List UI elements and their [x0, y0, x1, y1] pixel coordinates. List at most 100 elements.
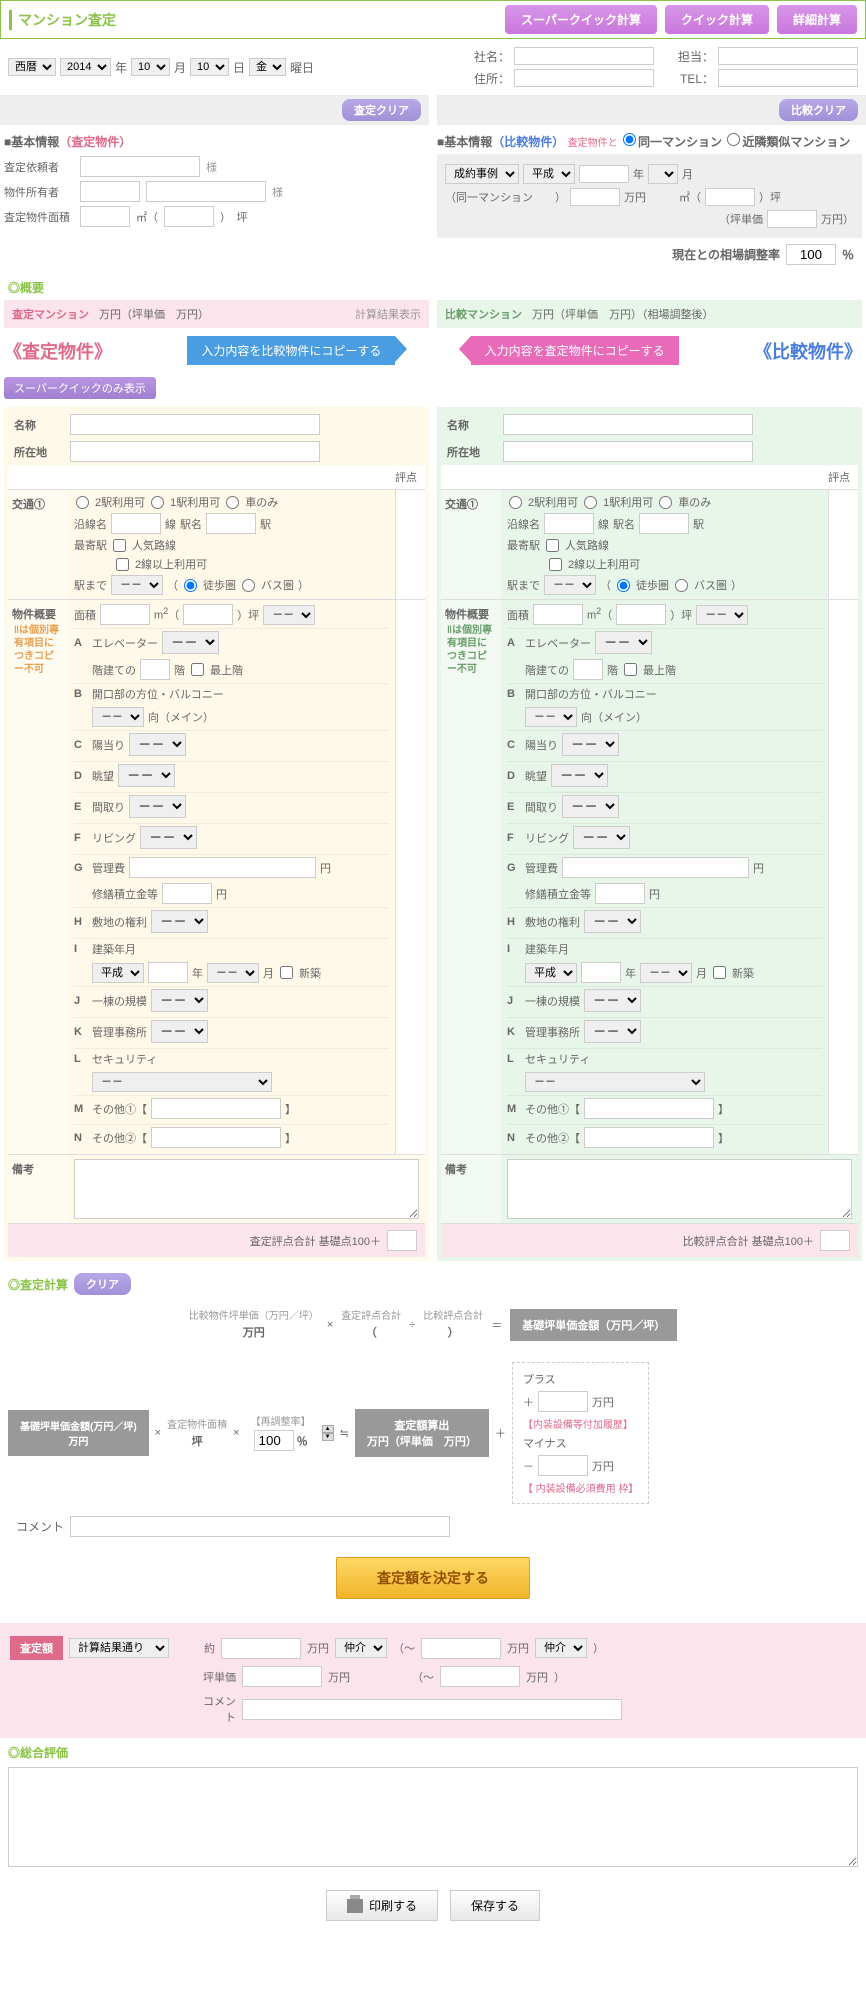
c-other2-input[interactable]	[584, 1127, 714, 1148]
elev-select[interactable]: －－	[162, 631, 219, 654]
top-check[interactable]	[191, 663, 204, 676]
address-input[interactable]	[514, 69, 654, 87]
c-floor-input[interactable]	[573, 659, 603, 680]
c-office-select[interactable]: －－	[584, 1020, 641, 1043]
c-walk-radio[interactable]	[617, 579, 630, 592]
dow-select[interactable]: 金	[249, 58, 286, 76]
area-input[interactable]	[80, 206, 130, 227]
final-tanka2-input[interactable]	[440, 1666, 520, 1687]
c-security-select[interactable]: －－	[525, 1072, 705, 1092]
floor-input[interactable]	[140, 659, 170, 680]
super-quick-badge[interactable]: スーパークイックのみ表示	[4, 377, 156, 399]
c-top-check[interactable]	[624, 663, 637, 676]
c-built-year-input[interactable]	[581, 962, 621, 983]
land-select[interactable]: －－	[151, 910, 208, 933]
c-mgmt-input[interactable]	[562, 857, 749, 878]
scale-select[interactable]: －－	[151, 989, 208, 1012]
result-link[interactable]: 計算結果表示	[355, 306, 421, 322]
sun-select[interactable]: －－	[129, 733, 186, 756]
station-input[interactable]	[206, 513, 256, 534]
minus-input[interactable]	[538, 1455, 588, 1476]
c-view-select[interactable]: －－	[551, 764, 608, 787]
built-year-input[interactable]	[148, 962, 188, 983]
quick-button[interactable]: クイック計算	[665, 5, 769, 34]
traffic-score[interactable]	[396, 490, 422, 509]
final-comment-input[interactable]	[242, 1699, 622, 1720]
compare-clear-button[interactable]: 比較クリア	[779, 99, 858, 121]
area-sel[interactable]: －－	[263, 605, 315, 625]
chukai2-select[interactable]: 仲介	[535, 1638, 587, 1658]
assess-addr-input[interactable]	[70, 441, 320, 462]
copy-to-compare-button[interactable]: 入力内容を比較物件にコピーする	[187, 336, 395, 365]
compare-total-input[interactable]	[820, 1230, 850, 1251]
rate-down-button[interactable]: ▼	[322, 1433, 334, 1441]
chukai1-select[interactable]: 仲介	[335, 1638, 387, 1658]
final-price2-input[interactable]	[421, 1638, 501, 1659]
c-tosta-select[interactable]: －－	[544, 575, 596, 595]
tosta-select[interactable]: －－	[111, 575, 163, 595]
final-select[interactable]: 計算結果通り	[69, 1638, 169, 1658]
deal-era-select[interactable]: 平成	[523, 164, 575, 184]
deal-price-input[interactable]	[570, 188, 620, 206]
security-select[interactable]: －－	[92, 1072, 272, 1092]
assess-remarks[interactable]	[74, 1159, 419, 1219]
dir-select[interactable]: －－	[92, 707, 144, 727]
deal-select[interactable]: 成約事例	[445, 164, 519, 184]
c-station-input[interactable]	[639, 513, 689, 534]
year-select[interactable]: 2014	[60, 58, 111, 76]
c-new-check[interactable]	[713, 966, 726, 979]
c-bus-radio[interactable]	[675, 579, 688, 592]
c-multi-check[interactable]	[549, 558, 562, 571]
deal-year-input[interactable]	[579, 165, 629, 183]
c-dir-select[interactable]: －－	[525, 707, 577, 727]
final-tanka1-input[interactable]	[242, 1666, 322, 1687]
c-living-select[interactable]: －－	[573, 826, 630, 849]
bus-radio[interactable]	[242, 579, 255, 592]
c-built-era-select[interactable]: 平成	[525, 963, 577, 983]
save-button[interactable]: 保存する	[450, 1890, 540, 1921]
c-sun-select[interactable]: －－	[562, 733, 619, 756]
compare-remarks[interactable]	[507, 1159, 852, 1219]
new-check[interactable]	[280, 966, 293, 979]
assess-clear-button[interactable]: 査定クリア	[342, 99, 421, 121]
layout-select[interactable]: －－	[129, 795, 186, 818]
c-land-select[interactable]: －－	[584, 910, 641, 933]
same-mansion-radio[interactable]	[623, 133, 636, 146]
assess-name-input[interactable]	[70, 414, 320, 435]
traffic-2sta-radio[interactable]	[76, 496, 89, 509]
owner2-input[interactable]	[146, 181, 266, 202]
c-popular-check[interactable]	[546, 539, 559, 552]
day-select[interactable]: 10	[190, 58, 229, 76]
view-select[interactable]: －－	[118, 764, 175, 787]
line-input[interactable]	[111, 513, 161, 534]
plus-input[interactable]	[538, 1391, 588, 1412]
c-tsubo-input[interactable]	[616, 604, 666, 625]
super-quick-button[interactable]: スーパークイック計算	[505, 5, 657, 34]
final-price-input[interactable]	[221, 1638, 301, 1659]
print-button[interactable]: 印刷する	[326, 1890, 438, 1921]
calc-comment-input[interactable]	[70, 1516, 450, 1537]
tel-input[interactable]	[718, 69, 858, 87]
mgmt-input[interactable]	[129, 857, 316, 878]
c-built-month-select[interactable]: －－	[640, 963, 692, 983]
other2-input[interactable]	[151, 1127, 281, 1148]
decide-button[interactable]: 査定額を決定する	[336, 1557, 530, 1599]
c-elev-select[interactable]: －－	[595, 631, 652, 654]
readjust-input[interactable]	[254, 1430, 294, 1451]
built-month-select[interactable]: －－	[207, 963, 259, 983]
c-scale-select[interactable]: －－	[584, 989, 641, 1012]
popular-check[interactable]	[113, 539, 126, 552]
rate-input[interactable]	[786, 244, 836, 265]
assess-total-input[interactable]	[387, 1230, 417, 1251]
company-input[interactable]	[514, 47, 654, 65]
client-input[interactable]	[80, 156, 200, 177]
detail-button[interactable]: 詳細計算	[777, 5, 857, 34]
rate-up-button[interactable]: ▲	[322, 1425, 334, 1433]
walk-radio[interactable]	[184, 579, 197, 592]
traffic-1sta-radio[interactable]	[151, 496, 164, 509]
c-reserve-input[interactable]	[595, 883, 645, 904]
month-select[interactable]: 10	[131, 58, 170, 76]
reserve-input[interactable]	[162, 883, 212, 904]
tsubo2-input[interactable]	[183, 604, 233, 625]
deal-tsubo-input[interactable]	[705, 188, 755, 206]
